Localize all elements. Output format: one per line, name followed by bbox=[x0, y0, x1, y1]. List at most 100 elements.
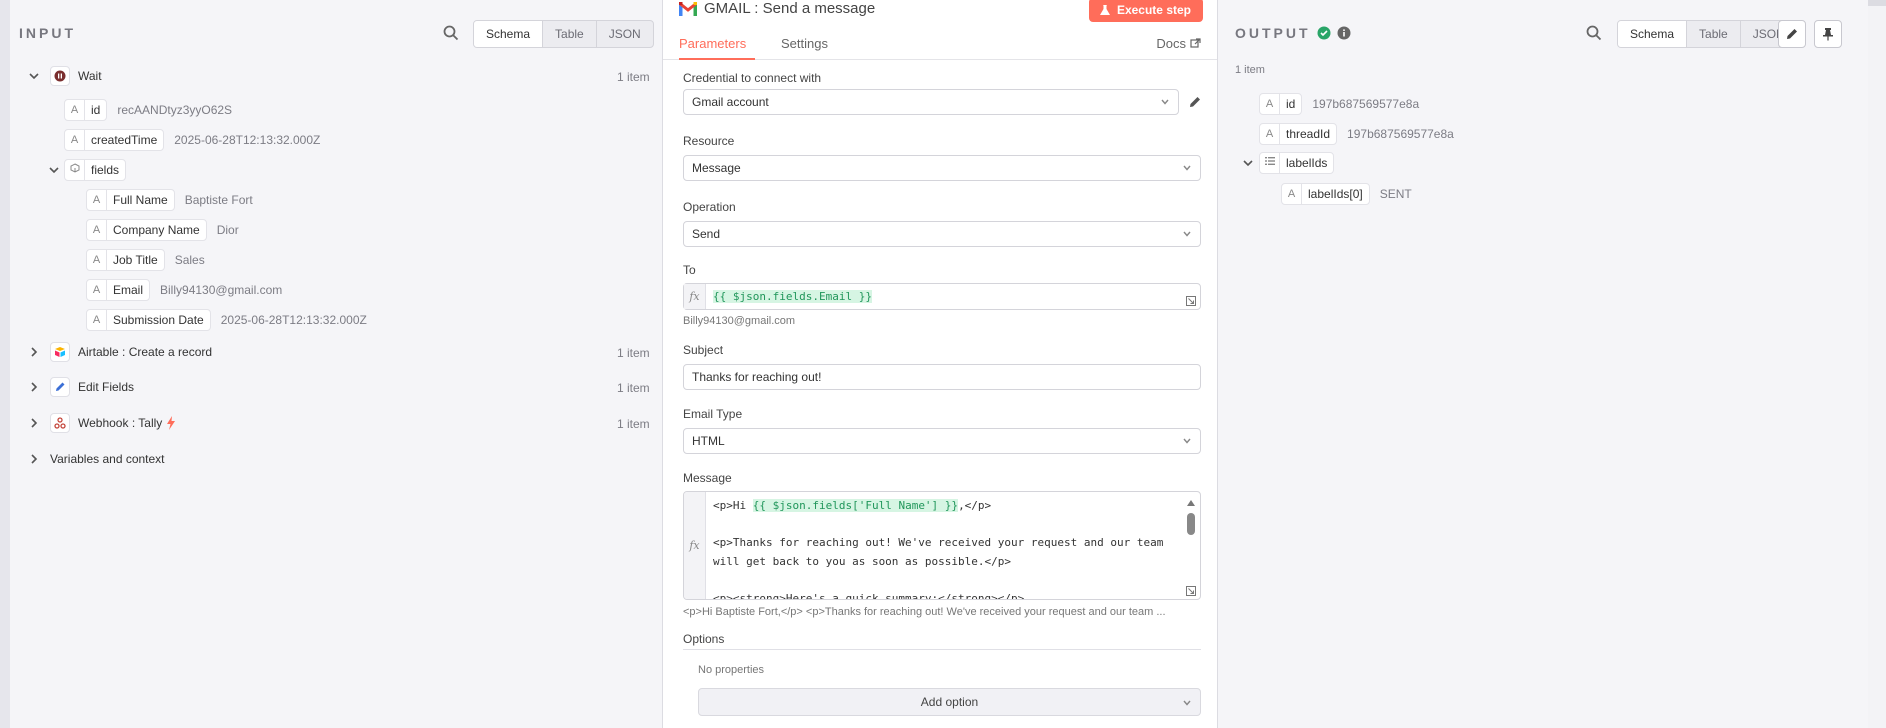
success-check-icon bbox=[1317, 26, 1331, 40]
input-view-schema[interactable]: Schema bbox=[474, 21, 543, 47]
scroll-up-icon[interactable] bbox=[1186, 499, 1196, 507]
list-icon bbox=[1260, 153, 1280, 173]
field-key-pill: A Email bbox=[86, 279, 151, 301]
string-type-icon: A bbox=[87, 310, 107, 330]
message-expression-input[interactable]: fx <p>Hi {{ $json.fields['Full Name'] }}… bbox=[683, 491, 1201, 600]
node-airtable[interactable]: Airtable : Create a record bbox=[28, 341, 212, 363]
edit-output-button[interactable] bbox=[1778, 20, 1806, 48]
output-field-labelids-0[interactable]: AlabelIds[0] SENT bbox=[1281, 183, 1412, 205]
field-key-pill: AcreatedTime bbox=[64, 129, 165, 151]
field-key-pill: labelIds bbox=[1259, 152, 1335, 174]
to-expression-input[interactable]: fx {{ $json.fields.Email }} bbox=[683, 283, 1201, 310]
tab-parameters[interactable]: Parameters bbox=[679, 36, 746, 51]
output-field-threadid[interactable]: AthreadId 197b687569577e8a bbox=[1259, 123, 1454, 145]
execute-step-button[interactable]: Execute step bbox=[1088, 0, 1203, 22]
field-submission-date[interactable]: A Submission Date 2025-06-28T12:13:32.000… bbox=[86, 309, 367, 331]
node-edit-fields-count: 1 item bbox=[617, 381, 650, 395]
pause-icon bbox=[50, 66, 70, 86]
input-view-toggle: Schema Table JSON bbox=[473, 20, 654, 48]
add-option-button[interactable]: Add option bbox=[698, 688, 1201, 716]
chevron-down-icon bbox=[1183, 165, 1191, 171]
expand-icon[interactable] bbox=[1186, 296, 1196, 306]
operation-select[interactable]: Send bbox=[683, 221, 1201, 247]
field-value: Dior bbox=[216, 223, 239, 237]
output-view-schema[interactable]: Schema bbox=[1618, 21, 1687, 47]
cube-icon bbox=[65, 160, 85, 180]
field-createdtime[interactable]: AcreatedTime 2025-06-28T12:13:32.000Z bbox=[64, 129, 320, 151]
chevron-down-icon bbox=[1183, 438, 1191, 444]
field-full-name[interactable]: A Full Name Baptiste Fort bbox=[86, 189, 253, 211]
expand-icon[interactable] bbox=[1186, 586, 1196, 596]
chevron-right-icon[interactable] bbox=[28, 346, 40, 358]
node-webhook-tally[interactable]: Webhook : Tally bbox=[28, 412, 176, 434]
options-divider bbox=[683, 649, 1201, 650]
edit-credential-icon[interactable] bbox=[1188, 95, 1202, 109]
credential-value: Gmail account bbox=[692, 95, 769, 109]
message-label: Message bbox=[683, 471, 732, 485]
field-key-pill: A Submission Date bbox=[86, 309, 211, 331]
variables-context[interactable]: Variables and context bbox=[28, 448, 165, 470]
output-field-id[interactable]: Aid 197b687569577e8a bbox=[1259, 93, 1419, 115]
chevron-right-icon[interactable] bbox=[28, 381, 40, 393]
input-view-table[interactable]: Table bbox=[542, 21, 596, 47]
chevron-down-icon[interactable] bbox=[48, 164, 60, 176]
subject-input[interactable]: Thanks for reaching out! bbox=[683, 364, 1201, 390]
field-job-title[interactable]: A Job Title Sales bbox=[86, 249, 205, 271]
scrollbar-thumb[interactable] bbox=[1187, 513, 1195, 535]
webhook-icon bbox=[50, 413, 70, 433]
chevron-right-icon[interactable] bbox=[28, 453, 40, 465]
email-type-select[interactable]: HTML bbox=[683, 428, 1201, 454]
field-value: recAANDtyz3yyO62S bbox=[117, 103, 233, 117]
param-tabs: Parameters Settings Docs bbox=[663, 28, 1217, 60]
field-value: 2025-06-28T12:13:32.000Z bbox=[220, 313, 367, 327]
output-title: OUTPUT bbox=[1235, 25, 1311, 41]
chevron-right-icon[interactable] bbox=[28, 417, 40, 429]
field-value: SENT bbox=[1379, 187, 1412, 201]
field-key-pill: fields bbox=[64, 159, 127, 181]
output-field-labelids[interactable]: labelIds bbox=[1242, 152, 1335, 174]
credential-select[interactable]: Gmail account bbox=[683, 89, 1179, 115]
input-view-json[interactable]: JSON bbox=[595, 21, 653, 47]
node-webhook-label: Webhook : Tally bbox=[78, 416, 163, 430]
message-scrollbar[interactable] bbox=[1186, 496, 1196, 535]
flask-icon bbox=[1099, 5, 1110, 15]
variables-context-label: Variables and context bbox=[50, 452, 165, 466]
field-value: 197b687569577e8a bbox=[1312, 97, 1420, 111]
field-email[interactable]: A Email Billy94130@gmail.com bbox=[86, 279, 282, 301]
pin-data-button[interactable] bbox=[1814, 20, 1842, 48]
to-label: To bbox=[683, 263, 696, 277]
string-type-icon: A bbox=[65, 130, 85, 150]
search-icon[interactable] bbox=[442, 24, 460, 42]
to-expression: {{ $json.fields.Email }} bbox=[713, 290, 872, 303]
field-fields-object[interactable]: fields bbox=[48, 159, 127, 181]
string-type-icon: A bbox=[87, 250, 107, 270]
to-result-hint: Billy94130@gmail.com bbox=[683, 315, 796, 327]
tab-settings[interactable]: Settings bbox=[781, 36, 828, 51]
node-wait[interactable]: Wait bbox=[28, 65, 102, 87]
field-company-name[interactable]: A Company Name Dior bbox=[86, 219, 239, 241]
output-panel: OUTPUT 1 item Schema Table JSON Aid 197b… bbox=[1218, 0, 1868, 728]
external-link-icon bbox=[1190, 38, 1201, 48]
field-key-pill: A Job Title bbox=[86, 249, 165, 271]
chevron-down-icon bbox=[1161, 99, 1169, 105]
resource-select[interactable]: Message bbox=[683, 155, 1201, 181]
field-key-pill: A Company Name bbox=[86, 219, 207, 241]
string-type-icon: A bbox=[65, 100, 85, 120]
field-key-pill: Aid bbox=[1259, 93, 1303, 115]
chevron-down-icon[interactable] bbox=[1242, 157, 1254, 169]
pencil-icon bbox=[50, 377, 70, 397]
message-line-4: <p><strong>Here's a quick summary:</stro… bbox=[713, 592, 1025, 600]
string-type-icon: A bbox=[1260, 94, 1280, 114]
field-key-pill: Aid bbox=[64, 99, 108, 121]
operation-value: Send bbox=[692, 227, 721, 241]
search-icon[interactable] bbox=[1585, 24, 1603, 42]
node-edit-fields[interactable]: Edit Fields bbox=[28, 376, 134, 398]
chevron-down-icon bbox=[1183, 231, 1191, 237]
field-id[interactable]: Aid recAANDtyz3yyO62S bbox=[64, 99, 232, 121]
node-webhook-count: 1 item bbox=[617, 417, 650, 431]
docs-link[interactable]: Docs bbox=[1156, 36, 1201, 51]
info-icon[interactable] bbox=[1337, 26, 1351, 40]
chevron-down-icon[interactable] bbox=[28, 70, 40, 82]
output-view-table[interactable]: Table bbox=[1686, 21, 1740, 47]
gmail-icon bbox=[679, 1, 697, 16]
